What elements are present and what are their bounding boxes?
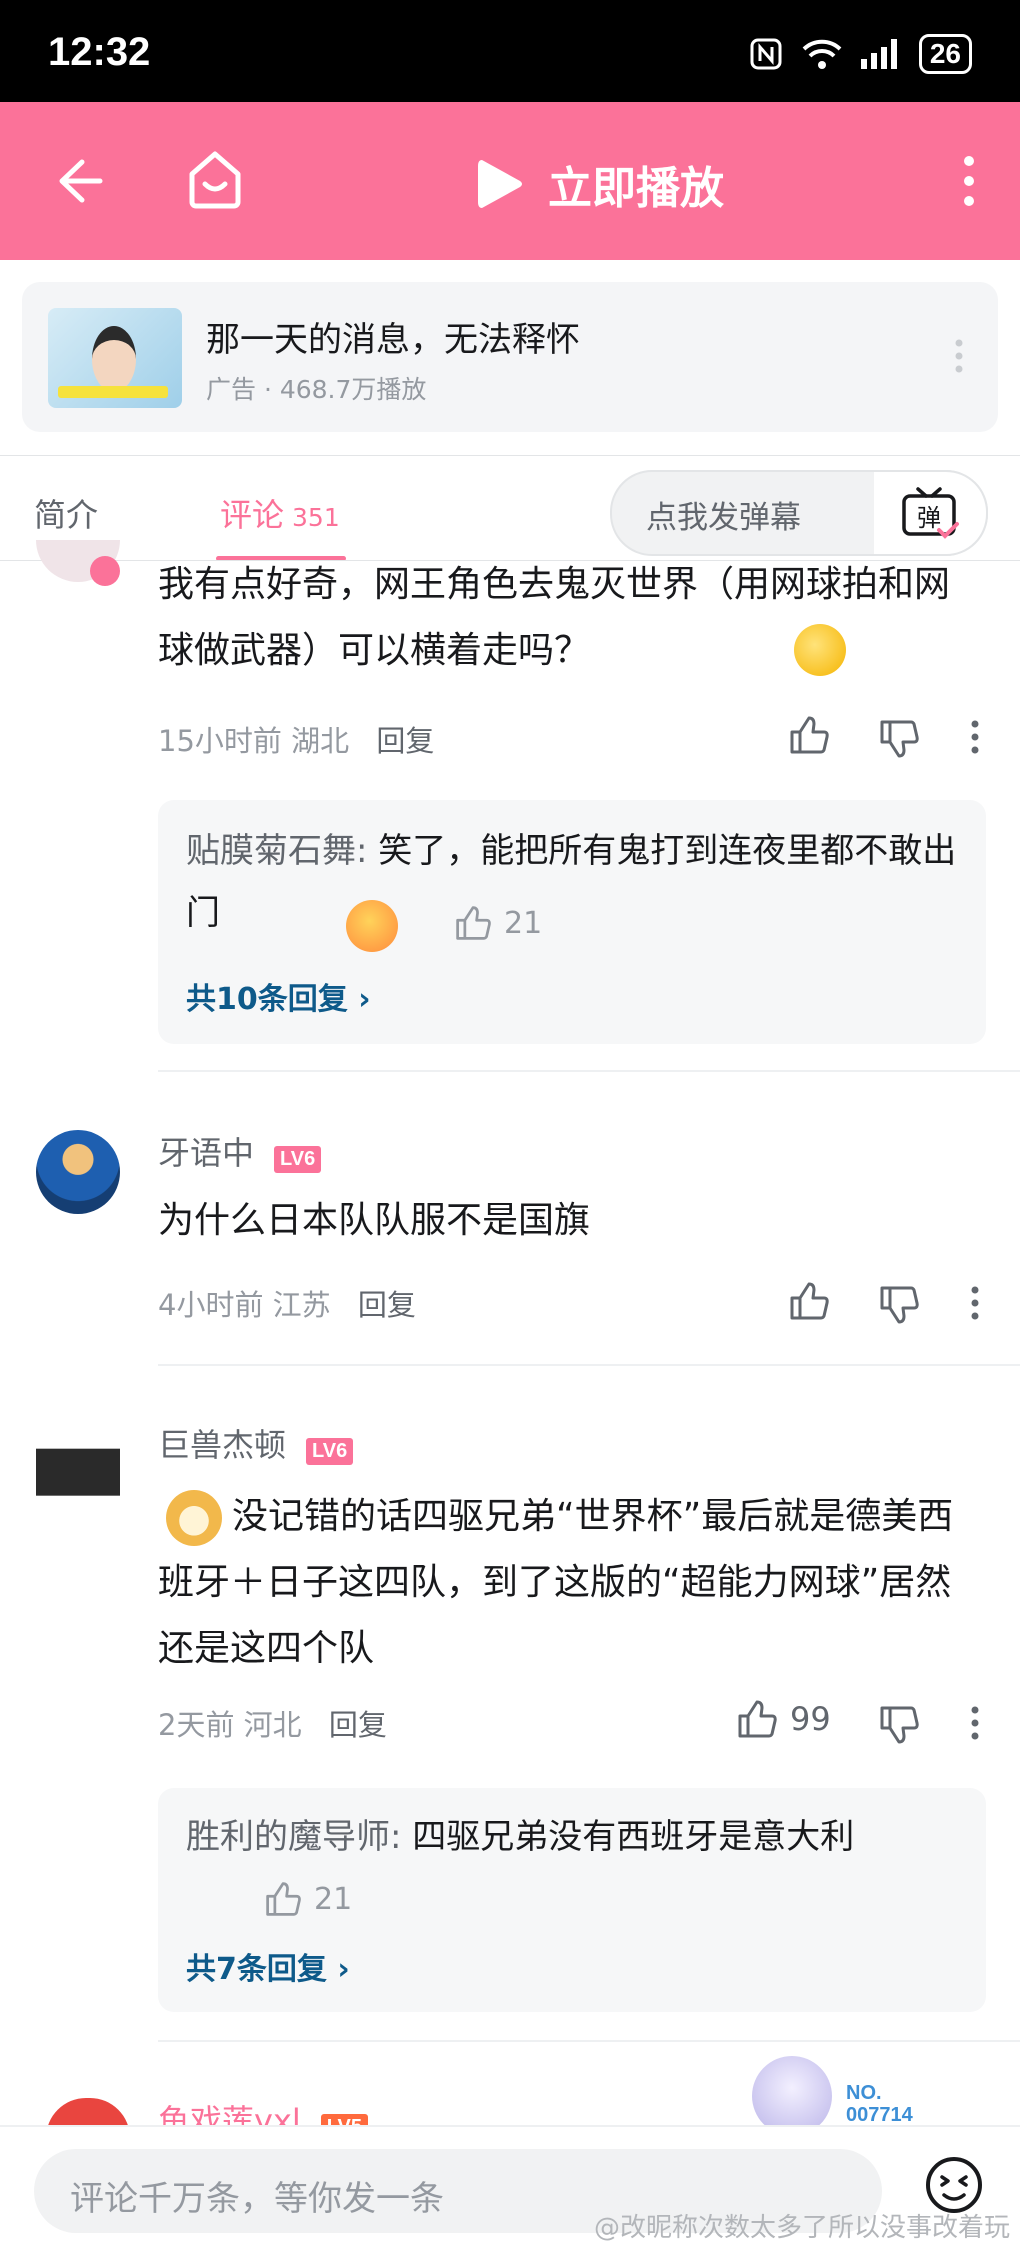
signal-icon bbox=[860, 39, 897, 69]
weibo-watermark: @改昵称次数太多了所以没事改着玩 bbox=[593, 2213, 1010, 2243]
vertical-dots-icon bbox=[955, 339, 963, 373]
wifi-icon bbox=[802, 39, 842, 69]
thumbs-up-icon bbox=[266, 1882, 301, 1916]
vertical-dots-icon bbox=[971, 1286, 979, 1320]
nfc-icon bbox=[750, 38, 782, 70]
emoji-laugh-icon bbox=[346, 900, 398, 952]
ad-title: 那一天的消息，无法释怀 bbox=[206, 320, 580, 360]
comment-text: 没记错的话四驱兄弟“世界杯”最后就是德美西班牙＋日子这四队，到了这版的“超能力网… bbox=[158, 1496, 954, 1669]
fan-badge bbox=[752, 2056, 832, 2136]
thumbs-up-icon bbox=[790, 1282, 829, 1320]
avatar[interactable] bbox=[36, 1420, 120, 1514]
back-button[interactable] bbox=[52, 154, 106, 212]
like-count: 21 bbox=[504, 905, 543, 941]
fan-badge-number: NO. 007714 bbox=[846, 2082, 913, 2126]
level-badge: LV6 bbox=[306, 1438, 354, 1465]
ad-more-button[interactable] bbox=[954, 338, 964, 378]
thumbs-down-icon bbox=[880, 1286, 919, 1324]
emoji-doge-icon bbox=[794, 624, 846, 676]
play-icon bbox=[478, 160, 522, 208]
comment-more-button[interactable] bbox=[970, 1706, 980, 1744]
chevron-right-icon: › bbox=[358, 982, 371, 1017]
danmaku-placeholder: 点我发弹幕 bbox=[646, 500, 801, 536]
thumbs-up-icon bbox=[790, 716, 829, 754]
danmaku-tv-icon: 弹 bbox=[902, 487, 959, 539]
comment-input-bar: 评论千万条，等你发一条 @改昵称次数太多了所以没事改着玩 bbox=[0, 2125, 1020, 2252]
sub-reply-likes[interactable]: 21 bbox=[454, 904, 542, 942]
danmaku-input[interactable]: 点我发弹幕 弹 bbox=[610, 470, 988, 556]
thumbs-down-icon bbox=[880, 1706, 919, 1744]
comments-count: 351 bbox=[292, 503, 340, 532]
home-button[interactable] bbox=[186, 148, 244, 214]
comment-meta: 4小时前 江苏 回复 bbox=[158, 1282, 416, 1324]
sub-reply-text: 四驱兄弟没有西班牙是意大利 bbox=[412, 1817, 855, 1857]
back-arrow-icon bbox=[59, 159, 103, 203]
comment-time: 2天前 bbox=[158, 1708, 235, 1742]
tab-intro[interactable]: 简介 bbox=[34, 490, 98, 536]
video-header: 立即播放 bbox=[0, 102, 1020, 260]
home-icon bbox=[189, 151, 241, 209]
view-more-replies[interactable]: 共10条回复 › bbox=[186, 974, 371, 1018]
sub-reply-author[interactable]: 胜利的魔导师: bbox=[186, 1817, 401, 1857]
comment-text: 为什么日本队队服不是国旗 bbox=[158, 1200, 591, 1241]
play-now-label: 立即播放 bbox=[548, 163, 724, 214]
play-now-button[interactable]: 立即播放 bbox=[474, 152, 724, 216]
comment-more-button[interactable] bbox=[970, 1286, 980, 1324]
svg-text:弹: 弹 bbox=[917, 504, 941, 532]
dislike-button[interactable] bbox=[878, 1704, 920, 1750]
ad-subtitle: 广告 · 468.7万播放 bbox=[206, 375, 427, 404]
vip-badge bbox=[90, 556, 120, 586]
username-row: 牙语中 LV6 bbox=[158, 1128, 322, 1174]
sub-reply-author[interactable]: 贴膜菊石舞: bbox=[186, 831, 367, 871]
emoji-face-icon bbox=[926, 2157, 982, 2213]
thumbs-up-icon bbox=[738, 1700, 777, 1738]
status-bar: 12:32 26 bbox=[0, 0, 1020, 102]
comment-text: 我有点好奇，网王角色去鬼灭世界（用网球拍和网球做武器）可以横着走吗？ bbox=[158, 564, 951, 671]
thumbs-up-icon bbox=[456, 906, 491, 940]
like-button[interactable] bbox=[788, 714, 830, 760]
status-time: 12:32 bbox=[48, 30, 151, 74]
comment-location: 湖北 bbox=[291, 724, 350, 758]
username[interactable]: 牙语中 bbox=[158, 1134, 254, 1172]
like-count: 21 bbox=[314, 1881, 353, 1917]
username[interactable]: 巨兽杰顿 bbox=[158, 1426, 286, 1464]
ad-thumbnail bbox=[48, 308, 182, 408]
tab-comments[interactable]: 评论 351 bbox=[220, 490, 340, 536]
vertical-dots-icon bbox=[971, 1706, 979, 1740]
reply-button[interactable]: 回复 bbox=[358, 1288, 416, 1322]
dislike-button[interactable] bbox=[878, 1284, 920, 1330]
avatar[interactable] bbox=[36, 1130, 120, 1214]
vertical-dots-icon bbox=[971, 720, 979, 754]
level-badge: LV6 bbox=[274, 1146, 322, 1173]
sub-reply-likes[interactable]: 21 bbox=[264, 1880, 352, 1918]
chevron-right-icon: › bbox=[337, 1952, 350, 1987]
thumbs-down-icon bbox=[880, 720, 919, 758]
more-menu-button[interactable] bbox=[962, 154, 976, 212]
username-row: 巨兽杰顿 LV6 bbox=[158, 1420, 354, 1466]
dislike-button[interactable] bbox=[878, 718, 920, 764]
reply-button[interactable]: 回复 bbox=[329, 1708, 387, 1742]
view-more-replies[interactable]: 共7条回复 › bbox=[186, 1944, 350, 1988]
ad-card[interactable]: 那一天的消息，无法释怀 广告 · 468.7万播放 bbox=[22, 282, 998, 432]
sub-reply-box[interactable]: 贴膜菊石舞: 笑了，能把所有鬼打到连夜里都不敢出门 21 共10条回复 › bbox=[158, 800, 986, 1044]
like-button[interactable]: 99 bbox=[736, 1698, 831, 1740]
danmaku-toggle-button[interactable]: 弹 bbox=[874, 470, 988, 556]
vertical-dots-icon bbox=[964, 156, 974, 206]
like-count: 99 bbox=[790, 1700, 831, 1738]
comment-meta: 15小时前 湖北 回复 bbox=[158, 718, 434, 760]
tab-comments-label: 评论 bbox=[220, 496, 285, 534]
battery-indicator: 26 bbox=[918, 34, 972, 74]
comment-location: 河北 bbox=[243, 1708, 302, 1742]
comment-time: 4小时前 bbox=[158, 1288, 264, 1322]
reply-button[interactable]: 回复 bbox=[376, 724, 434, 758]
sub-reply-box[interactable]: 胜利的魔导师: 四驱兄弟没有西班牙是意大利 21 共7条回复 › bbox=[158, 1788, 986, 2012]
comment-more-button[interactable] bbox=[970, 720, 980, 758]
comment-location: 江苏 bbox=[272, 1288, 331, 1322]
comment-input-placeholder: 评论千万条，等你发一条 bbox=[70, 2179, 444, 2219]
like-button[interactable] bbox=[788, 1280, 830, 1326]
comment-meta: 2天前 河北 回复 bbox=[158, 1702, 387, 1744]
comment-time: 15小时前 bbox=[158, 724, 282, 758]
